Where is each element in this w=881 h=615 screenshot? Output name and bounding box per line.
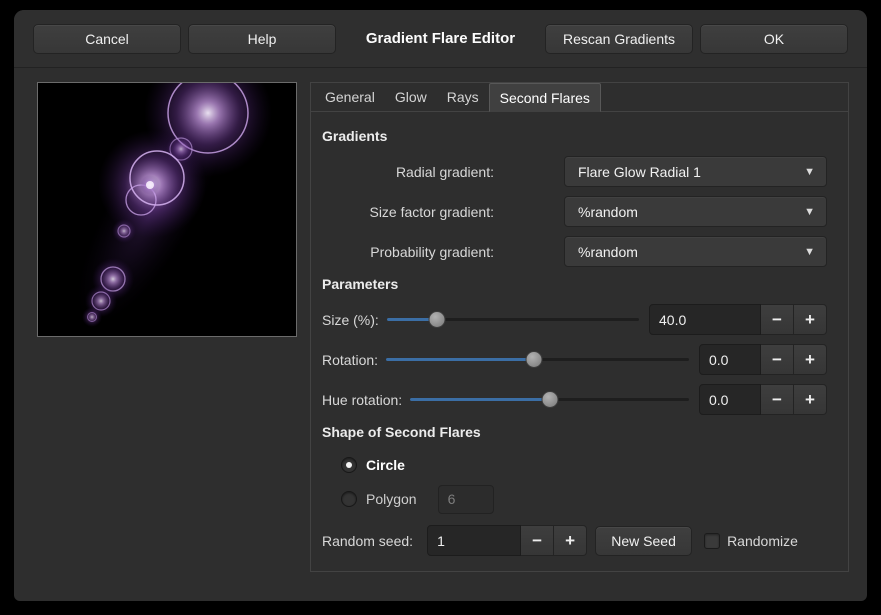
dialog-action-bar: Cancel Help Gradient Flare Editor Rescan… (14, 10, 867, 68)
tab-general[interactable]: General (315, 83, 385, 111)
second-flares-panel: Gradients Radial gradient: Flare Glow Ra… (311, 112, 848, 571)
slider-fill (410, 398, 549, 401)
gradients-heading: Gradients (322, 128, 827, 146)
dialog-content: General Glow Rays Second Flares Gradient… (14, 68, 867, 601)
seed-decrement-button[interactable]: − (521, 525, 554, 556)
hue-rotation-increment-button[interactable]: + (794, 384, 827, 415)
hue-rotation-label: Hue rotation: (322, 392, 402, 408)
random-seed-row: Random seed: 1 − + New Seed Randomize (322, 525, 827, 556)
slider-handle[interactable] (526, 351, 543, 368)
radial-gradient-select[interactable]: Flare Glow Radial 1 ▼ (564, 156, 827, 187)
hue-rotation-row: Hue rotation: 0.0 − + (322, 384, 827, 415)
rotation-label: Rotation: (322, 352, 378, 368)
dialog-title: Gradient Flare Editor (343, 30, 538, 47)
probability-gradient-select[interactable]: %random ▼ (564, 236, 827, 267)
new-seed-button[interactable]: New Seed (595, 526, 692, 556)
size-factor-gradient-label: Size factor gradient: (322, 204, 494, 220)
chevron-down-icon: ▼ (804, 166, 815, 178)
polygon-radio[interactable] (341, 491, 357, 507)
shape-heading: Shape of Second Flares (322, 424, 827, 442)
flare-preview (37, 82, 297, 337)
radial-gradient-value: Flare Glow Radial 1 (578, 164, 701, 180)
rotation-increment-button[interactable]: + (794, 344, 827, 375)
help-button[interactable]: Help (188, 24, 336, 54)
rotation-slider[interactable] (386, 344, 689, 375)
flare-preview-image (38, 83, 296, 336)
circle-radio-label: Circle (366, 457, 405, 473)
hue-rotation-value-field[interactable]: 0.0 (699, 384, 761, 415)
size-factor-gradient-value: %random (578, 204, 638, 220)
tab-glow[interactable]: Glow (385, 83, 437, 111)
slider-handle[interactable] (541, 391, 558, 408)
size-decrement-button[interactable]: − (761, 304, 794, 335)
hue-rotation-slider[interactable] (410, 384, 689, 415)
radial-gradient-label: Radial gradient: (322, 164, 494, 180)
rotation-decrement-button[interactable]: − (761, 344, 794, 375)
tab-bar: General Glow Rays Second Flares (311, 83, 848, 112)
polygon-sides-field: 6 (438, 485, 494, 514)
size-label: Size (%): (322, 312, 379, 328)
tab-rays[interactable]: Rays (437, 83, 489, 111)
slider-handle[interactable] (429, 311, 446, 328)
chevron-down-icon: ▼ (804, 206, 815, 218)
seed-increment-button[interactable]: + (554, 525, 587, 556)
randomize-label: Randomize (727, 533, 798, 549)
size-slider[interactable] (387, 304, 639, 335)
probability-gradient-label: Probability gradient: (322, 244, 494, 260)
size-value-field[interactable]: 40.0 (649, 304, 761, 335)
random-seed-field[interactable]: 1 (427, 525, 521, 556)
settings-notebook: General Glow Rays Second Flares Gradient… (310, 82, 849, 572)
rotation-value-field[interactable]: 0.0 (699, 344, 761, 375)
size-row: Size (%): 40.0 − + (322, 304, 827, 335)
probability-gradient-value: %random (578, 244, 638, 260)
parameters-heading: Parameters (322, 276, 827, 294)
chevron-down-icon: ▼ (804, 246, 815, 258)
size-increment-button[interactable]: + (794, 304, 827, 335)
polygon-option-row: Polygon 6 (341, 486, 827, 512)
probability-gradient-row: Probability gradient: %random ▼ (322, 236, 827, 267)
radial-gradient-row: Radial gradient: Flare Glow Radial 1 ▼ (322, 156, 827, 187)
randomize-checkbox[interactable] (704, 533, 720, 549)
random-seed-label: Random seed: (322, 533, 413, 549)
tab-second-flares[interactable]: Second Flares (489, 83, 601, 112)
slider-fill (386, 358, 534, 361)
rotation-row: Rotation: 0.0 − + (322, 344, 827, 375)
cancel-button[interactable]: Cancel (33, 24, 181, 54)
hue-rotation-decrement-button[interactable]: − (761, 384, 794, 415)
circle-radio[interactable] (341, 457, 357, 473)
ok-button[interactable]: OK (700, 24, 848, 54)
gradient-flare-editor-dialog: Cancel Help Gradient Flare Editor Rescan… (14, 10, 867, 601)
rescan-gradients-button[interactable]: Rescan Gradients (545, 24, 693, 54)
size-factor-gradient-row: Size factor gradient: %random ▼ (322, 196, 827, 227)
polygon-radio-label: Polygon (366, 491, 417, 507)
size-factor-gradient-select[interactable]: %random ▼ (564, 196, 827, 227)
circle-option-row: Circle (341, 452, 827, 478)
